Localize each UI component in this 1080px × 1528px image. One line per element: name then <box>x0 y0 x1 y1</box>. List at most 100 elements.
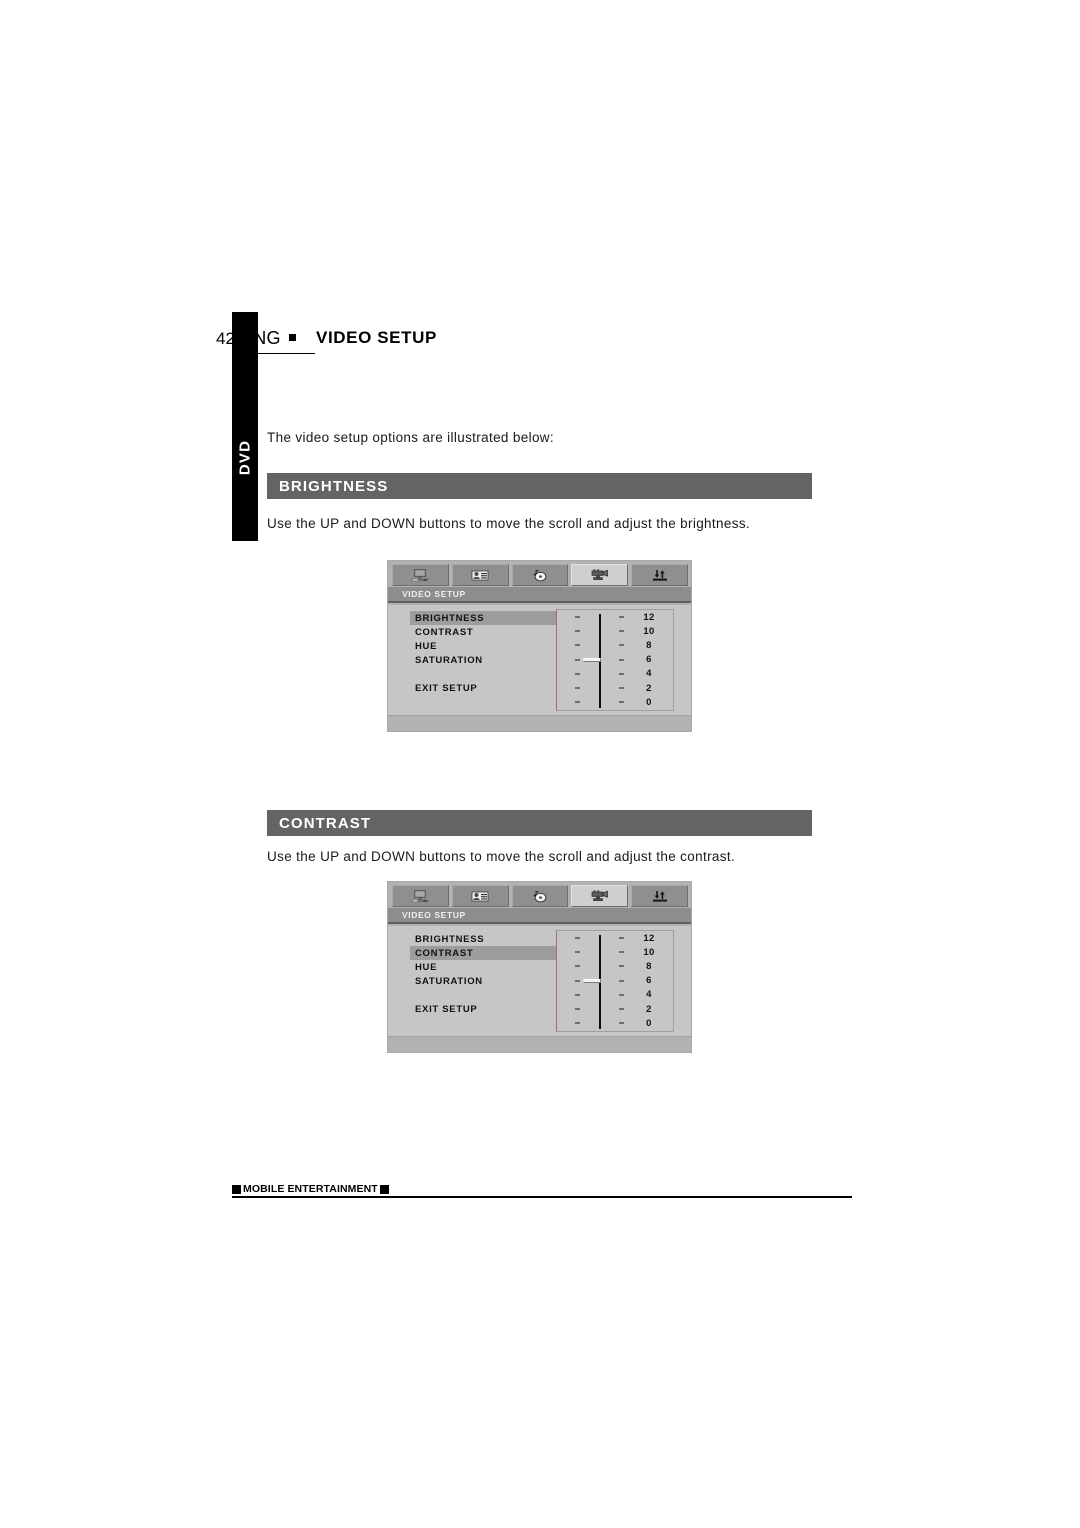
video-camera-icon <box>591 568 608 580</box>
slider-row: 8 <box>557 638 673 652</box>
tick-left-icon <box>575 993 580 996</box>
instruction-brightness: Use the UP and DOWN buttons to move the … <box>267 516 751 531</box>
tick-left-icon <box>575 687 580 690</box>
osd-menu-item-label: SATURATION <box>415 654 483 666</box>
slider-value: 12 <box>643 932 655 944</box>
osd-tab-updown-arrows-icon[interactable] <box>631 885 688 907</box>
tick-left-icon <box>575 951 580 954</box>
tick-left-icon <box>575 644 580 647</box>
slider-row: 6 <box>557 653 673 667</box>
osd-menu-item-exit-setup[interactable]: EXIT SETUP <box>410 1002 558 1016</box>
tick-left-icon <box>575 630 580 633</box>
osd-tab-audio-disc-icon[interactable] <box>511 564 569 586</box>
slider-value: 10 <box>643 946 655 958</box>
osd-menu-item-exit-setup[interactable]: EXIT SETUP <box>410 681 558 695</box>
tick-right-icon <box>619 993 624 996</box>
osd-subtitle-bar: VIDEO SETUP <box>388 908 691 924</box>
slider-value: 2 <box>646 682 652 694</box>
osd-menu-item-brightness[interactable]: BRIGHTNESS <box>410 611 578 625</box>
slider-value: 0 <box>646 1017 652 1029</box>
page-footer: MOBILE ENTERTAINMENT <box>232 1183 389 1195</box>
osd-menu-item-contrast[interactable]: CONTRAST <box>410 946 578 960</box>
osd-tab-updown-arrows-icon[interactable] <box>631 564 688 586</box>
osd-menu-spacer <box>410 988 558 1002</box>
tick-left-icon <box>575 672 580 675</box>
osd-menu-item-hue[interactable]: HUE <box>410 960 558 974</box>
audio-disc-icon <box>533 890 547 902</box>
slider-thumb[interactable] <box>583 657 601 662</box>
tick-right-icon <box>619 937 624 940</box>
osd-menu-item-saturation[interactable]: SATURATION <box>410 653 558 667</box>
osd-menu-item-label: BRIGHTNESS <box>415 612 485 624</box>
osd-menu-item-label: HUE <box>415 640 438 652</box>
slider-row: 4 <box>557 988 673 1002</box>
tick-right-icon <box>619 630 624 633</box>
slider-row: 12 <box>557 610 673 624</box>
osd-menu-item-label: CONTRAST <box>415 947 474 959</box>
osd-tab-speaker-id-icon[interactable] <box>451 564 509 586</box>
slider-value: 4 <box>646 668 652 680</box>
tick-right-icon <box>619 644 624 647</box>
slider-row: 2 <box>557 1002 673 1016</box>
osd-menu-item-label: BRIGHTNESS <box>415 933 485 945</box>
tick-left-icon <box>575 1022 580 1025</box>
dvd-side-tab-label: DVD <box>236 439 254 476</box>
video-camera-icon <box>591 889 608 901</box>
tick-right-icon <box>619 965 624 968</box>
osd-menu-list: BRIGHTNESS CONTRAST HUE SATURATION EXIT … <box>410 932 578 1016</box>
tick-right-icon <box>619 687 624 690</box>
osd-bottom-strip <box>388 715 691 731</box>
slider-row: 8 <box>557 959 673 973</box>
page-title: VIDEO SETUP <box>316 328 437 347</box>
tick-left-icon <box>575 658 580 661</box>
audio-disc-icon <box>533 569 547 581</box>
speaker-id-icon <box>471 570 489 580</box>
slider-row: 10 <box>557 624 673 638</box>
osd-tab-video-camera-icon[interactable] <box>571 564 629 586</box>
osd-tab-audio-disc-icon[interactable] <box>511 885 569 907</box>
slider-value: 8 <box>646 960 652 972</box>
intro-text: The video setup options are illustrated … <box>267 430 555 445</box>
slider-row: 0 <box>557 695 673 709</box>
slider-value: 0 <box>646 696 652 708</box>
slider-row: 6 <box>557 974 673 988</box>
osd-menu-item-contrast[interactable]: CONTRAST <box>410 625 558 639</box>
osd-tab-monitor-icon[interactable] <box>392 564 449 586</box>
osd-subtitle-label: VIDEO SETUP <box>402 589 466 599</box>
osd-menu-item-label: HUE <box>415 961 438 973</box>
slider-row: 10 <box>557 945 673 959</box>
osd-tab-monitor-icon[interactable] <box>392 885 449 907</box>
tick-right-icon <box>619 658 624 661</box>
tick-right-icon <box>619 951 624 954</box>
osd-menu-item-label: EXIT SETUP <box>415 1003 478 1015</box>
updown-arrows-icon <box>652 569 667 581</box>
osd-body: BRIGHTNESS CONTRAST HUE SATURATION EXIT … <box>388 605 691 717</box>
osd-menu-item-hue[interactable]: HUE <box>410 639 558 653</box>
monitor-icon <box>411 568 429 581</box>
osd-level-slider[interactable]: 12 10 8 6 4 2 0 <box>556 930 674 1032</box>
language-label: ENG <box>240 328 281 348</box>
tick-right-icon <box>619 616 624 619</box>
slider-row: 2 <box>557 681 673 695</box>
footer-square-left-icon <box>232 1184 241 1194</box>
page-header: 42 ENG <box>216 328 315 354</box>
osd-screenshot-contrast: VIDEO SETUP BRIGHTNESS CONTRAST HUE SATU… <box>387 881 692 1053</box>
instruction-contrast: Use the UP and DOWN buttons to move the … <box>267 849 736 864</box>
osd-tab-bar <box>392 885 688 907</box>
osd-level-slider[interactable]: 12 10 8 6 4 2 0 <box>556 609 674 711</box>
language-underline <box>240 353 315 354</box>
tick-right-icon <box>619 1022 624 1025</box>
tick-right-icon <box>619 672 624 675</box>
osd-menu-item-brightness[interactable]: BRIGHTNESS <box>410 932 558 946</box>
osd-menu-item-saturation[interactable]: SATURATION <box>410 974 558 988</box>
osd-tab-video-camera-icon[interactable] <box>571 885 629 907</box>
square-bullet-icon <box>288 334 296 341</box>
tick-left-icon <box>575 979 580 982</box>
speaker-id-icon <box>471 891 489 901</box>
tick-left-icon <box>575 1008 580 1011</box>
section-header-contrast-label: CONTRAST <box>279 814 372 832</box>
slider-thumb[interactable] <box>583 978 601 983</box>
osd-tab-speaker-id-icon[interactable] <box>451 885 509 907</box>
tick-right-icon <box>619 1008 624 1011</box>
osd-screenshot-brightness: VIDEO SETUP BRIGHTNESS CONTRAST HUE SATU… <box>387 560 692 732</box>
